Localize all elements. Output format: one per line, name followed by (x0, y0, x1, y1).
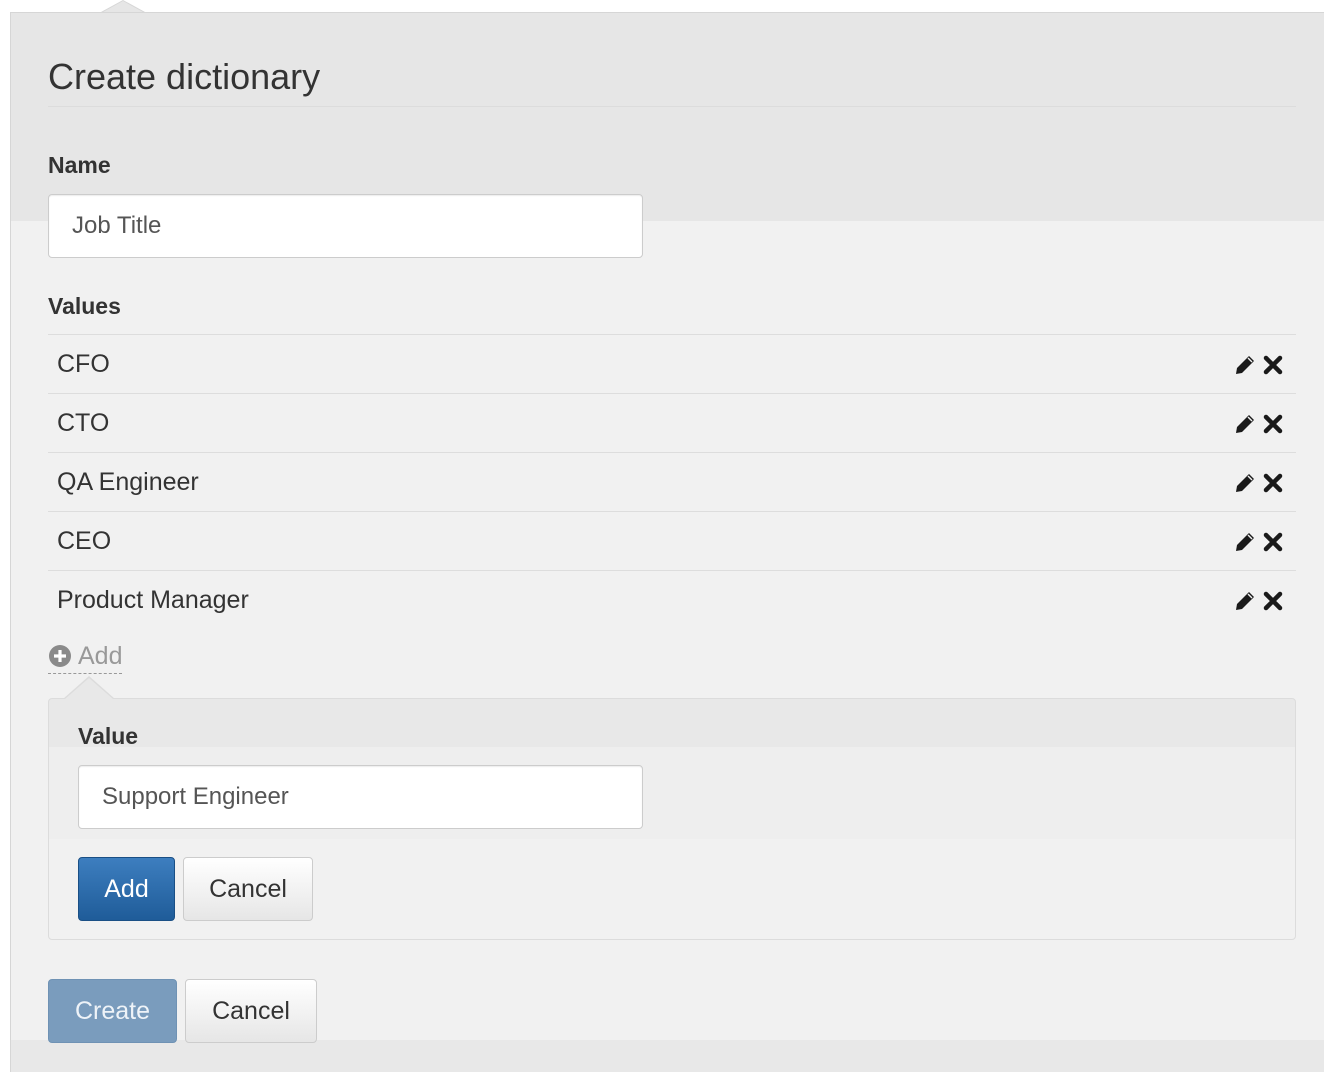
pencil-icon[interactable] (1232, 587, 1258, 615)
value-label: CFO (57, 350, 110, 378)
row-actions (1232, 351, 1286, 379)
plus-circle-icon (48, 644, 72, 668)
pencil-icon[interactable] (1232, 410, 1258, 438)
subpanel-caret-inner (65, 678, 113, 699)
close-icon[interactable] (1260, 410, 1286, 438)
list-item: CTO (48, 393, 1296, 452)
row-actions (1232, 410, 1286, 438)
row-actions (1232, 528, 1286, 556)
value-label: QA Engineer (57, 468, 199, 496)
values-list: CFO CTO QA Engineer CEO Product Manager (48, 334, 1296, 629)
create-button[interactable]: Create (48, 979, 177, 1043)
list-item: QA Engineer (48, 452, 1296, 511)
title-divider (48, 106, 1296, 107)
add-link-label: Add (78, 642, 123, 670)
value-field-label: Value (78, 723, 139, 749)
list-item: CEO (48, 511, 1296, 570)
page-title: Create dictionary (48, 56, 321, 97)
pencil-icon[interactable] (1232, 351, 1258, 379)
pencil-icon[interactable] (1232, 528, 1258, 556)
pencil-icon[interactable] (1232, 469, 1258, 497)
add-value-link[interactable]: Add (48, 641, 123, 674)
name-input[interactable] (48, 194, 643, 258)
panel-caret-inner (103, 1, 143, 12)
value-label: Product Manager (57, 586, 249, 614)
new-value-input[interactable] (78, 765, 643, 829)
list-item: Product Manager (48, 570, 1296, 629)
close-icon[interactable] (1260, 528, 1286, 556)
name-label: Name (48, 152, 111, 178)
row-actions (1232, 587, 1286, 615)
close-icon[interactable] (1260, 469, 1286, 497)
close-icon[interactable] (1260, 587, 1286, 615)
list-item: CFO (48, 334, 1296, 393)
cancel-button[interactable]: Cancel (185, 979, 317, 1043)
row-actions (1232, 469, 1286, 497)
cancel-value-button[interactable]: Cancel (183, 857, 313, 921)
canvas: Create dictionary Name Values CFO CTO (0, 0, 1324, 1072)
value-label: CEO (57, 527, 112, 555)
close-icon[interactable] (1260, 351, 1286, 379)
value-label: CTO (57, 409, 110, 437)
add-value-button[interactable]: Add (78, 857, 175, 921)
values-label: Values (48, 293, 121, 319)
